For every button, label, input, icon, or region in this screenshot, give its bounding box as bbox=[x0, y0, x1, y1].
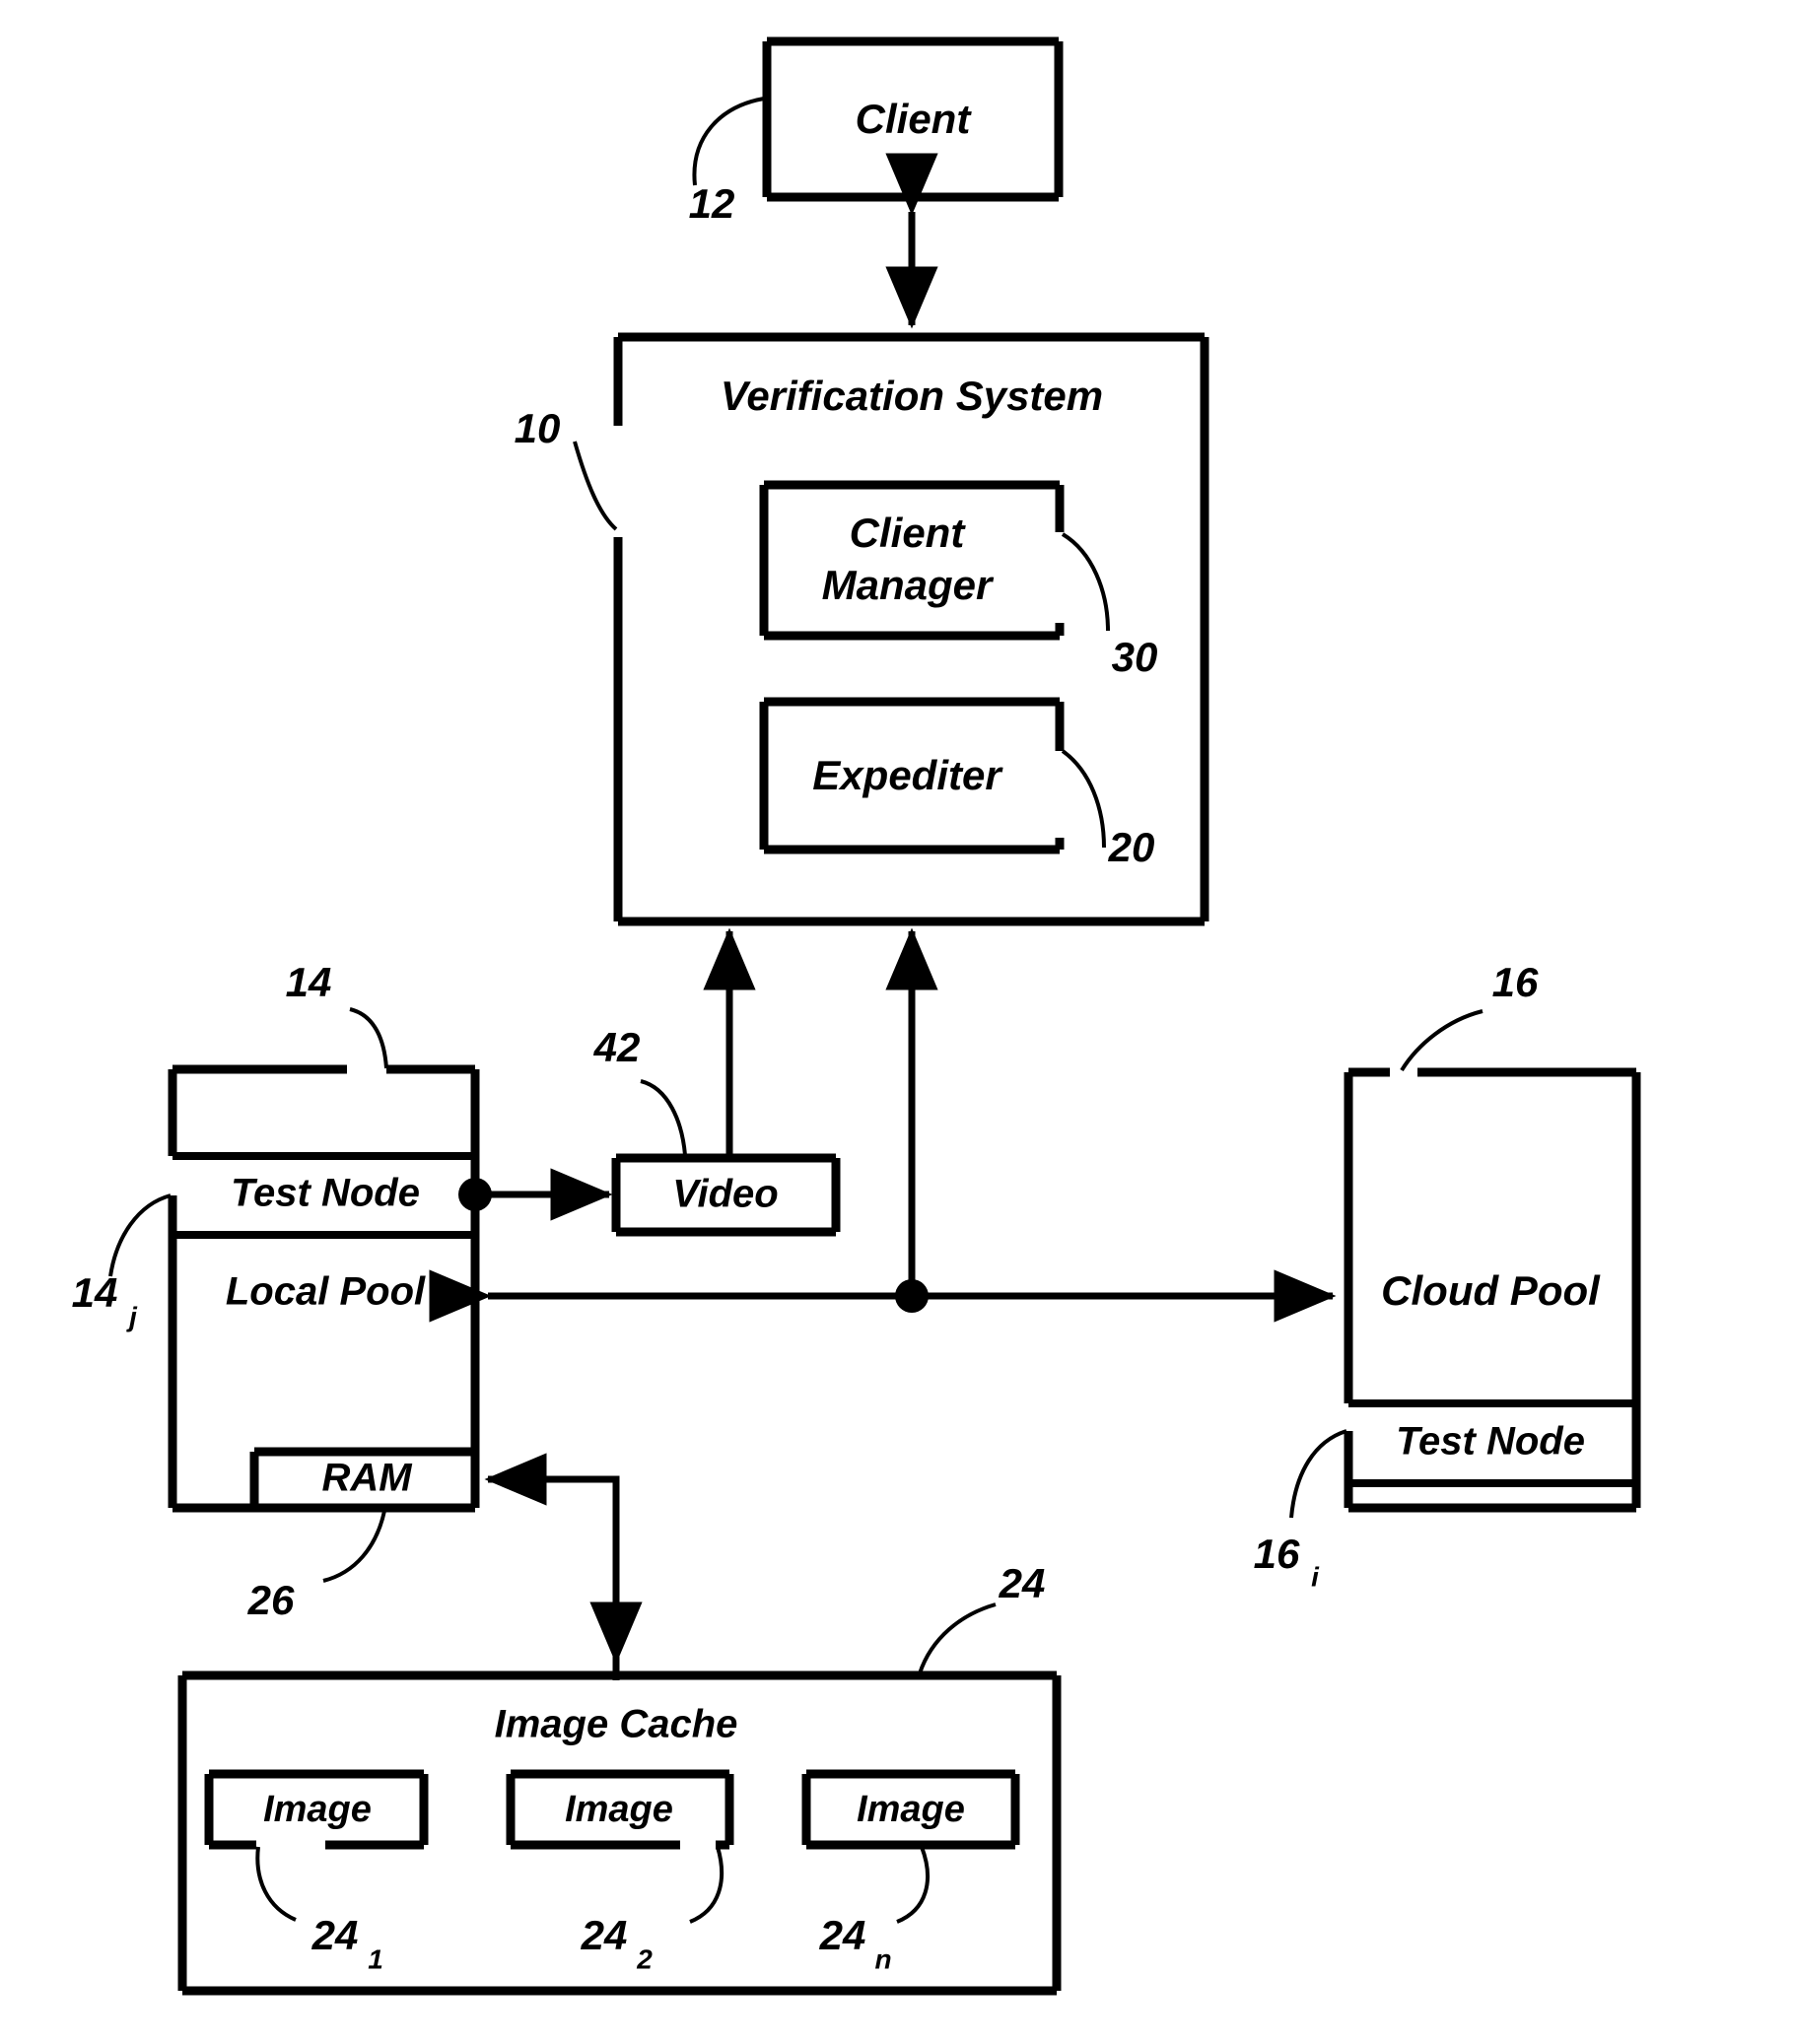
ref-num-24-2-sub: 2 bbox=[636, 1943, 653, 1974]
ref-num-24-n-sub: n bbox=[874, 1943, 891, 1974]
local-test-node-label: Test Node bbox=[231, 1172, 420, 1215]
ref-num-24-2-base: 24 bbox=[581, 1912, 628, 1958]
connector-imagecache-ram bbox=[484, 1453, 620, 1680]
local-pool-label: Local Pool bbox=[226, 1270, 426, 1314]
diagram-svg: Client Verification System Client Manage… bbox=[72, 36, 1641, 1996]
ref-num-12: 12 bbox=[689, 180, 735, 227]
junction-dot-pool-bus bbox=[895, 1279, 929, 1313]
leader-line-16 bbox=[1400, 1009, 1484, 1072]
ref-num-20: 20 bbox=[1108, 824, 1155, 870]
leader-line-24 bbox=[918, 1602, 997, 1674]
leader-line-26 bbox=[322, 1510, 386, 1583]
ref-num-24-2: 24 2 bbox=[581, 1912, 654, 1974]
ref-num-16i: 16 i bbox=[1254, 1531, 1320, 1592]
client-label: Client bbox=[856, 96, 973, 142]
ram-label: RAM bbox=[321, 1457, 413, 1500]
ref-num-10: 10 bbox=[515, 405, 561, 451]
leader-line-20 bbox=[1061, 749, 1106, 849]
leader-line-14 bbox=[349, 1007, 388, 1069]
leader-line-30 bbox=[1061, 532, 1110, 632]
image-label-1: Image bbox=[263, 1789, 372, 1830]
ref-num-24: 24 bbox=[999, 1560, 1046, 1606]
image-cache-label: Image Cache bbox=[495, 1703, 738, 1746]
image-label-2: Image bbox=[565, 1789, 673, 1830]
ref-num-24-n-base: 24 bbox=[819, 1912, 866, 1958]
leader-line-10 bbox=[573, 441, 618, 531]
ref-num-14j: 14 j bbox=[72, 1269, 138, 1331]
leader-line-24-2 bbox=[689, 1846, 724, 1924]
leader-line-14j bbox=[108, 1193, 172, 1277]
leader-line-16i bbox=[1289, 1429, 1347, 1519]
leader-line-24-1 bbox=[255, 1846, 297, 1922]
expediter-label: Expediter bbox=[812, 752, 1003, 798]
ref-num-26: 26 bbox=[247, 1577, 295, 1623]
ref-num-24-1-sub: 1 bbox=[368, 1943, 383, 1974]
ref-num-30: 30 bbox=[1112, 634, 1158, 680]
ref-num-24-1-base: 24 bbox=[311, 1912, 359, 1958]
client-manager-box[interactable] bbox=[759, 480, 1065, 641]
cloud-pool-label: Cloud Pool bbox=[1381, 1267, 1601, 1314]
ref-num-42: 42 bbox=[593, 1024, 641, 1070]
leader-line-42 bbox=[640, 1079, 687, 1156]
cloud-test-node-label: Test Node bbox=[1396, 1420, 1585, 1464]
ref-num-16i-sub: i bbox=[1311, 1561, 1320, 1592]
ref-num-14j-base: 14 bbox=[72, 1269, 118, 1316]
ref-num-16: 16 bbox=[1492, 959, 1539, 1005]
leader-line-24-n bbox=[896, 1846, 930, 1924]
verification-system-label: Verification System bbox=[721, 373, 1103, 419]
leader-line-12 bbox=[692, 97, 765, 186]
ref-num-24-1: 24 1 bbox=[311, 1912, 383, 1974]
image-label-3: Image bbox=[857, 1789, 965, 1830]
ref-num-16i-base: 16 bbox=[1254, 1531, 1300, 1577]
ref-num-14j-sub: j bbox=[125, 1301, 138, 1331]
ref-num-24-n: 24 n bbox=[819, 1912, 892, 1974]
figure-canvas: Client Verification System Client Manage… bbox=[0, 0, 1794, 2044]
ref-num-14: 14 bbox=[286, 959, 332, 1005]
video-label: Video bbox=[672, 1173, 778, 1216]
client-manager-label-line2: Manager bbox=[822, 562, 995, 608]
client-manager-label-line1: Client bbox=[850, 510, 967, 556]
